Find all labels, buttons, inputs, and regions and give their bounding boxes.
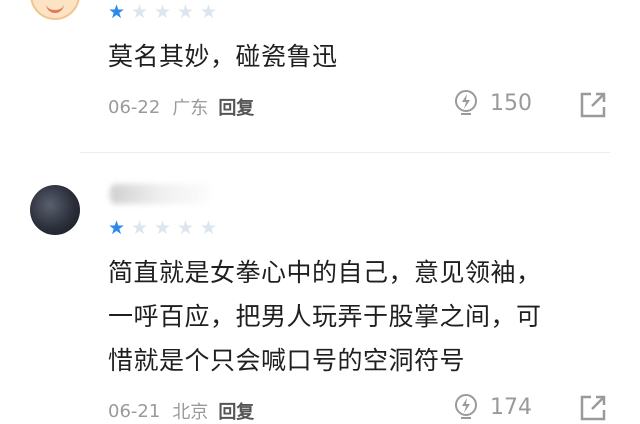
avatar[interactable] <box>30 0 80 20</box>
review-date: 06-21 <box>108 400 161 422</box>
star-icon: ★ <box>200 217 218 239</box>
share-icon[interactable] <box>578 393 608 423</box>
like-button[interactable]: 174 <box>452 393 532 421</box>
review-content-line: 简直就是女拳心中的自己，意见领袖， <box>108 258 542 287</box>
review-meta: 06-22 广东 回复 <box>108 94 254 120</box>
star-icon: ★ <box>177 1 195 23</box>
review-date: 06-22 <box>108 96 161 118</box>
star-icon: ★ <box>200 1 218 23</box>
star-icon: ★ <box>177 217 195 239</box>
star-icon: ★ <box>154 1 172 23</box>
like-count: 150 <box>490 90 532 116</box>
review-content-line: 惜就是个只会喊口号的空洞符号 <box>108 346 466 375</box>
star-icon: ★ <box>108 217 126 239</box>
rating-stars: ★ ★ ★ ★ ★ <box>108 3 219 22</box>
star-icon: ★ <box>154 217 172 239</box>
review-location: 广东 <box>172 98 209 119</box>
like-button[interactable]: 150 <box>452 89 532 117</box>
review-location: 北京 <box>172 402 209 423</box>
reply-button[interactable]: 回复 <box>218 94 254 120</box>
like-count: 174 <box>490 394 532 420</box>
reply-button[interactable]: 回复 <box>218 398 254 424</box>
share-icon[interactable] <box>578 90 608 120</box>
review-content-line: 一呼百应，把男人玩弄于股掌之间，可 <box>108 302 542 331</box>
star-icon: ★ <box>131 217 149 239</box>
rating-stars: ★ ★ ★ ★ ★ <box>108 219 219 238</box>
divider <box>80 152 610 153</box>
lightbulb-icon <box>455 394 477 419</box>
star-icon: ★ <box>131 1 149 23</box>
review-meta: 06-21 北京 回复 <box>108 398 254 424</box>
lightbulb-icon <box>455 90 477 115</box>
avatar[interactable] <box>30 185 80 235</box>
review-content: 莫名其妙，碰瓷鲁迅 <box>108 42 338 71</box>
username-blurred <box>110 184 210 204</box>
avatar-smile <box>46 2 64 13</box>
star-icon: ★ <box>108 1 126 23</box>
review-content: 简直就是女拳心中的自己，意见领袖， 一呼百应，把男人玩弄于股掌之间，可 惜就是个… <box>108 251 608 383</box>
